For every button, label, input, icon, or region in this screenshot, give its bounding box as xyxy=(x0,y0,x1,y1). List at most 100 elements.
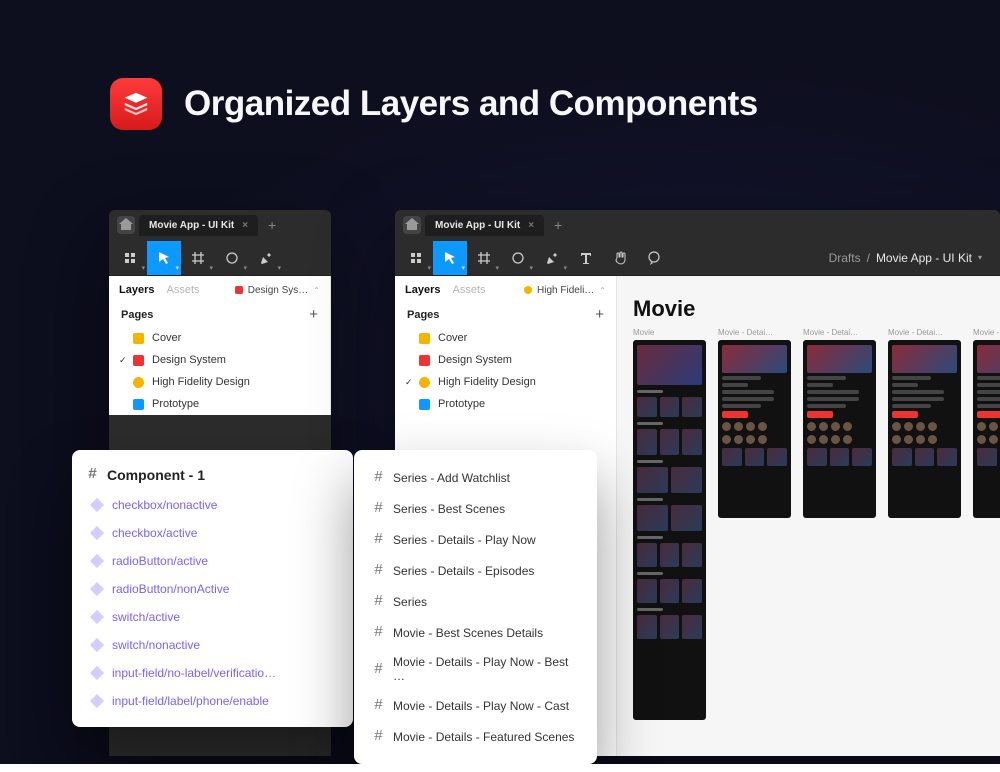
frame-list-popup: #Series - Add Watchlist#Series - Best Sc… xyxy=(354,450,597,764)
page-row[interactable]: ✓High Fidelity Design xyxy=(395,371,616,393)
component-label: switch/active xyxy=(112,610,180,624)
home-icon[interactable] xyxy=(117,216,135,234)
file-tab[interactable]: Movie App - UI Kit × xyxy=(139,215,258,236)
component-icon xyxy=(90,554,104,568)
page-type-icon xyxy=(419,355,430,366)
page-row[interactable]: ✓Design System xyxy=(109,349,330,371)
check-icon: ✓ xyxy=(405,377,413,388)
page-row[interactable]: Design System xyxy=(395,349,616,371)
layers-tab[interactable]: Layers xyxy=(119,284,154,296)
component-label: input-field/no-label/verificatio… xyxy=(112,666,276,680)
page-indicator[interactable]: High Fideli… ⌃ xyxy=(524,285,606,296)
frame-item[interactable]: #Movie - Details - Play Now - Cast xyxy=(354,690,597,721)
new-tab-button[interactable]: + xyxy=(548,217,568,233)
layers-tab[interactable]: Layers xyxy=(405,284,440,296)
artboard-label: Movie - Detai… xyxy=(803,328,876,337)
frame-icon: # xyxy=(374,469,383,486)
artboard-frame[interactable] xyxy=(718,340,791,518)
add-page-button[interactable]: + xyxy=(595,306,604,323)
frame-item[interactable]: #Series - Details - Play Now xyxy=(354,524,597,555)
artboard[interactable]: Movie xyxy=(633,328,706,720)
frame-item[interactable]: # Series - Add Watchlist xyxy=(354,462,597,493)
tab-label: Movie App - UI Kit xyxy=(435,220,520,231)
artboard-frame[interactable] xyxy=(803,340,876,518)
component-item[interactable]: switch/nonactive xyxy=(72,631,353,659)
frame-item[interactable]: #Series - Details - Episodes xyxy=(354,555,597,586)
frame-item[interactable]: #Series - Best Scenes xyxy=(354,493,597,524)
page-type-icon xyxy=(419,377,430,388)
frame-icon: # xyxy=(374,697,383,714)
page-label: High Fidelity Design xyxy=(152,376,250,388)
artboard-frame[interactable] xyxy=(888,340,961,518)
component-label: switch/nonactive xyxy=(112,638,200,652)
component-icon xyxy=(90,582,104,596)
frame-item[interactable]: #Movie - Best Scenes Details xyxy=(354,617,597,648)
add-page-button[interactable]: + xyxy=(309,306,318,323)
frame-tool[interactable]: ▾ xyxy=(181,241,215,275)
component-item[interactable]: checkbox/active xyxy=(72,519,353,547)
assets-tab[interactable]: Assets xyxy=(166,284,199,296)
move-tool[interactable]: ▾ xyxy=(147,241,181,275)
frame-item[interactable]: #Movie - Details - Play Now - Best … xyxy=(354,648,597,690)
menu-tool[interactable]: ▾ xyxy=(399,241,433,275)
artboard[interactable]: Movie - Detai… xyxy=(888,328,961,720)
component-item[interactable]: switch/active xyxy=(72,603,353,631)
component-label: radioButton/active xyxy=(112,554,208,568)
component-item[interactable]: radioButton/nonActive xyxy=(72,575,353,603)
hand-tool[interactable] xyxy=(603,241,637,275)
component-icon xyxy=(90,638,104,652)
frame-label: Movie - Details - Play Now - Best … xyxy=(393,655,577,683)
page-label: Cover xyxy=(438,332,467,344)
figma-canvas[interactable]: Movie MovieMovie - Detai…Movie - Detai…M… xyxy=(617,276,1000,756)
frame-label: Series - Best Scenes xyxy=(393,502,505,516)
new-tab-button[interactable]: + xyxy=(262,217,282,233)
page-icon xyxy=(524,286,532,294)
frame-label: Series - Add Watchlist xyxy=(393,471,510,485)
file-tab[interactable]: Movie App - UI Kit × xyxy=(425,215,544,236)
tab-bar: Movie App - UI Kit × + xyxy=(109,210,331,240)
close-tab-icon[interactable]: × xyxy=(242,220,248,231)
component-item[interactable]: radioButton/active xyxy=(72,547,353,575)
component-item[interactable]: input-field/no-label/verificatio… xyxy=(72,659,353,687)
artboard[interactable]: Movie - Detai… xyxy=(973,328,1000,720)
frame-tool[interactable]: ▾ xyxy=(467,241,501,275)
component-icon xyxy=(90,666,104,680)
component-item[interactable]: input-field/label/phone/enable xyxy=(72,687,353,715)
comment-tool[interactable] xyxy=(637,241,671,275)
text-tool[interactable] xyxy=(569,241,603,275)
frame-icon: # xyxy=(374,624,383,641)
page-label: Cover xyxy=(152,332,181,344)
page-indicator[interactable]: Design Sys… ⌃ xyxy=(235,285,320,296)
component-label: input-field/label/phone/enable xyxy=(112,694,269,708)
frame-item[interactable]: #Series xyxy=(354,586,597,617)
artboard-frame[interactable] xyxy=(633,340,706,720)
shape-tool[interactable]: ▾ xyxy=(215,241,249,275)
artboard[interactable]: Movie - Detai… xyxy=(718,328,791,720)
component-icon xyxy=(90,694,104,708)
page-row[interactable]: Cover xyxy=(395,327,616,349)
frame-item[interactable]: #Movie - Details - Featured Scenes xyxy=(354,721,597,752)
move-tool[interactable]: ▾ xyxy=(433,241,467,275)
page-row[interactable]: Prototype xyxy=(109,393,330,415)
home-icon[interactable] xyxy=(403,216,421,234)
page-type-icon xyxy=(419,333,430,344)
page-row[interactable]: High Fidelity Design xyxy=(109,371,330,393)
page-row[interactable]: Prototype xyxy=(395,393,616,415)
page-row[interactable]: Cover xyxy=(109,327,330,349)
component-item[interactable]: checkbox/nonactive xyxy=(72,491,353,519)
component-list-popup: #Component - 1 checkbox/nonactivecheckbo… xyxy=(72,450,353,727)
component-label: radioButton/nonActive xyxy=(112,582,229,596)
close-tab-icon[interactable]: × xyxy=(528,220,534,231)
pen-tool[interactable]: ▾ xyxy=(535,241,569,275)
artboard[interactable]: Movie - Detai… xyxy=(803,328,876,720)
page-label: Design System xyxy=(438,354,512,366)
check-icon: ✓ xyxy=(119,355,127,366)
artboard-frame[interactable] xyxy=(973,340,1000,518)
breadcrumb[interactable]: Drafts / Movie App - UI Kit ▾ xyxy=(829,251,996,265)
menu-tool[interactable]: ▾ xyxy=(113,241,147,275)
shape-tool[interactable]: ▾ xyxy=(501,241,535,275)
assets-tab[interactable]: Assets xyxy=(452,284,485,296)
frame-label: Movie - Details - Featured Scenes xyxy=(393,730,574,744)
pen-tool[interactable]: ▾ xyxy=(249,241,283,275)
hero-app-icon xyxy=(110,78,162,130)
